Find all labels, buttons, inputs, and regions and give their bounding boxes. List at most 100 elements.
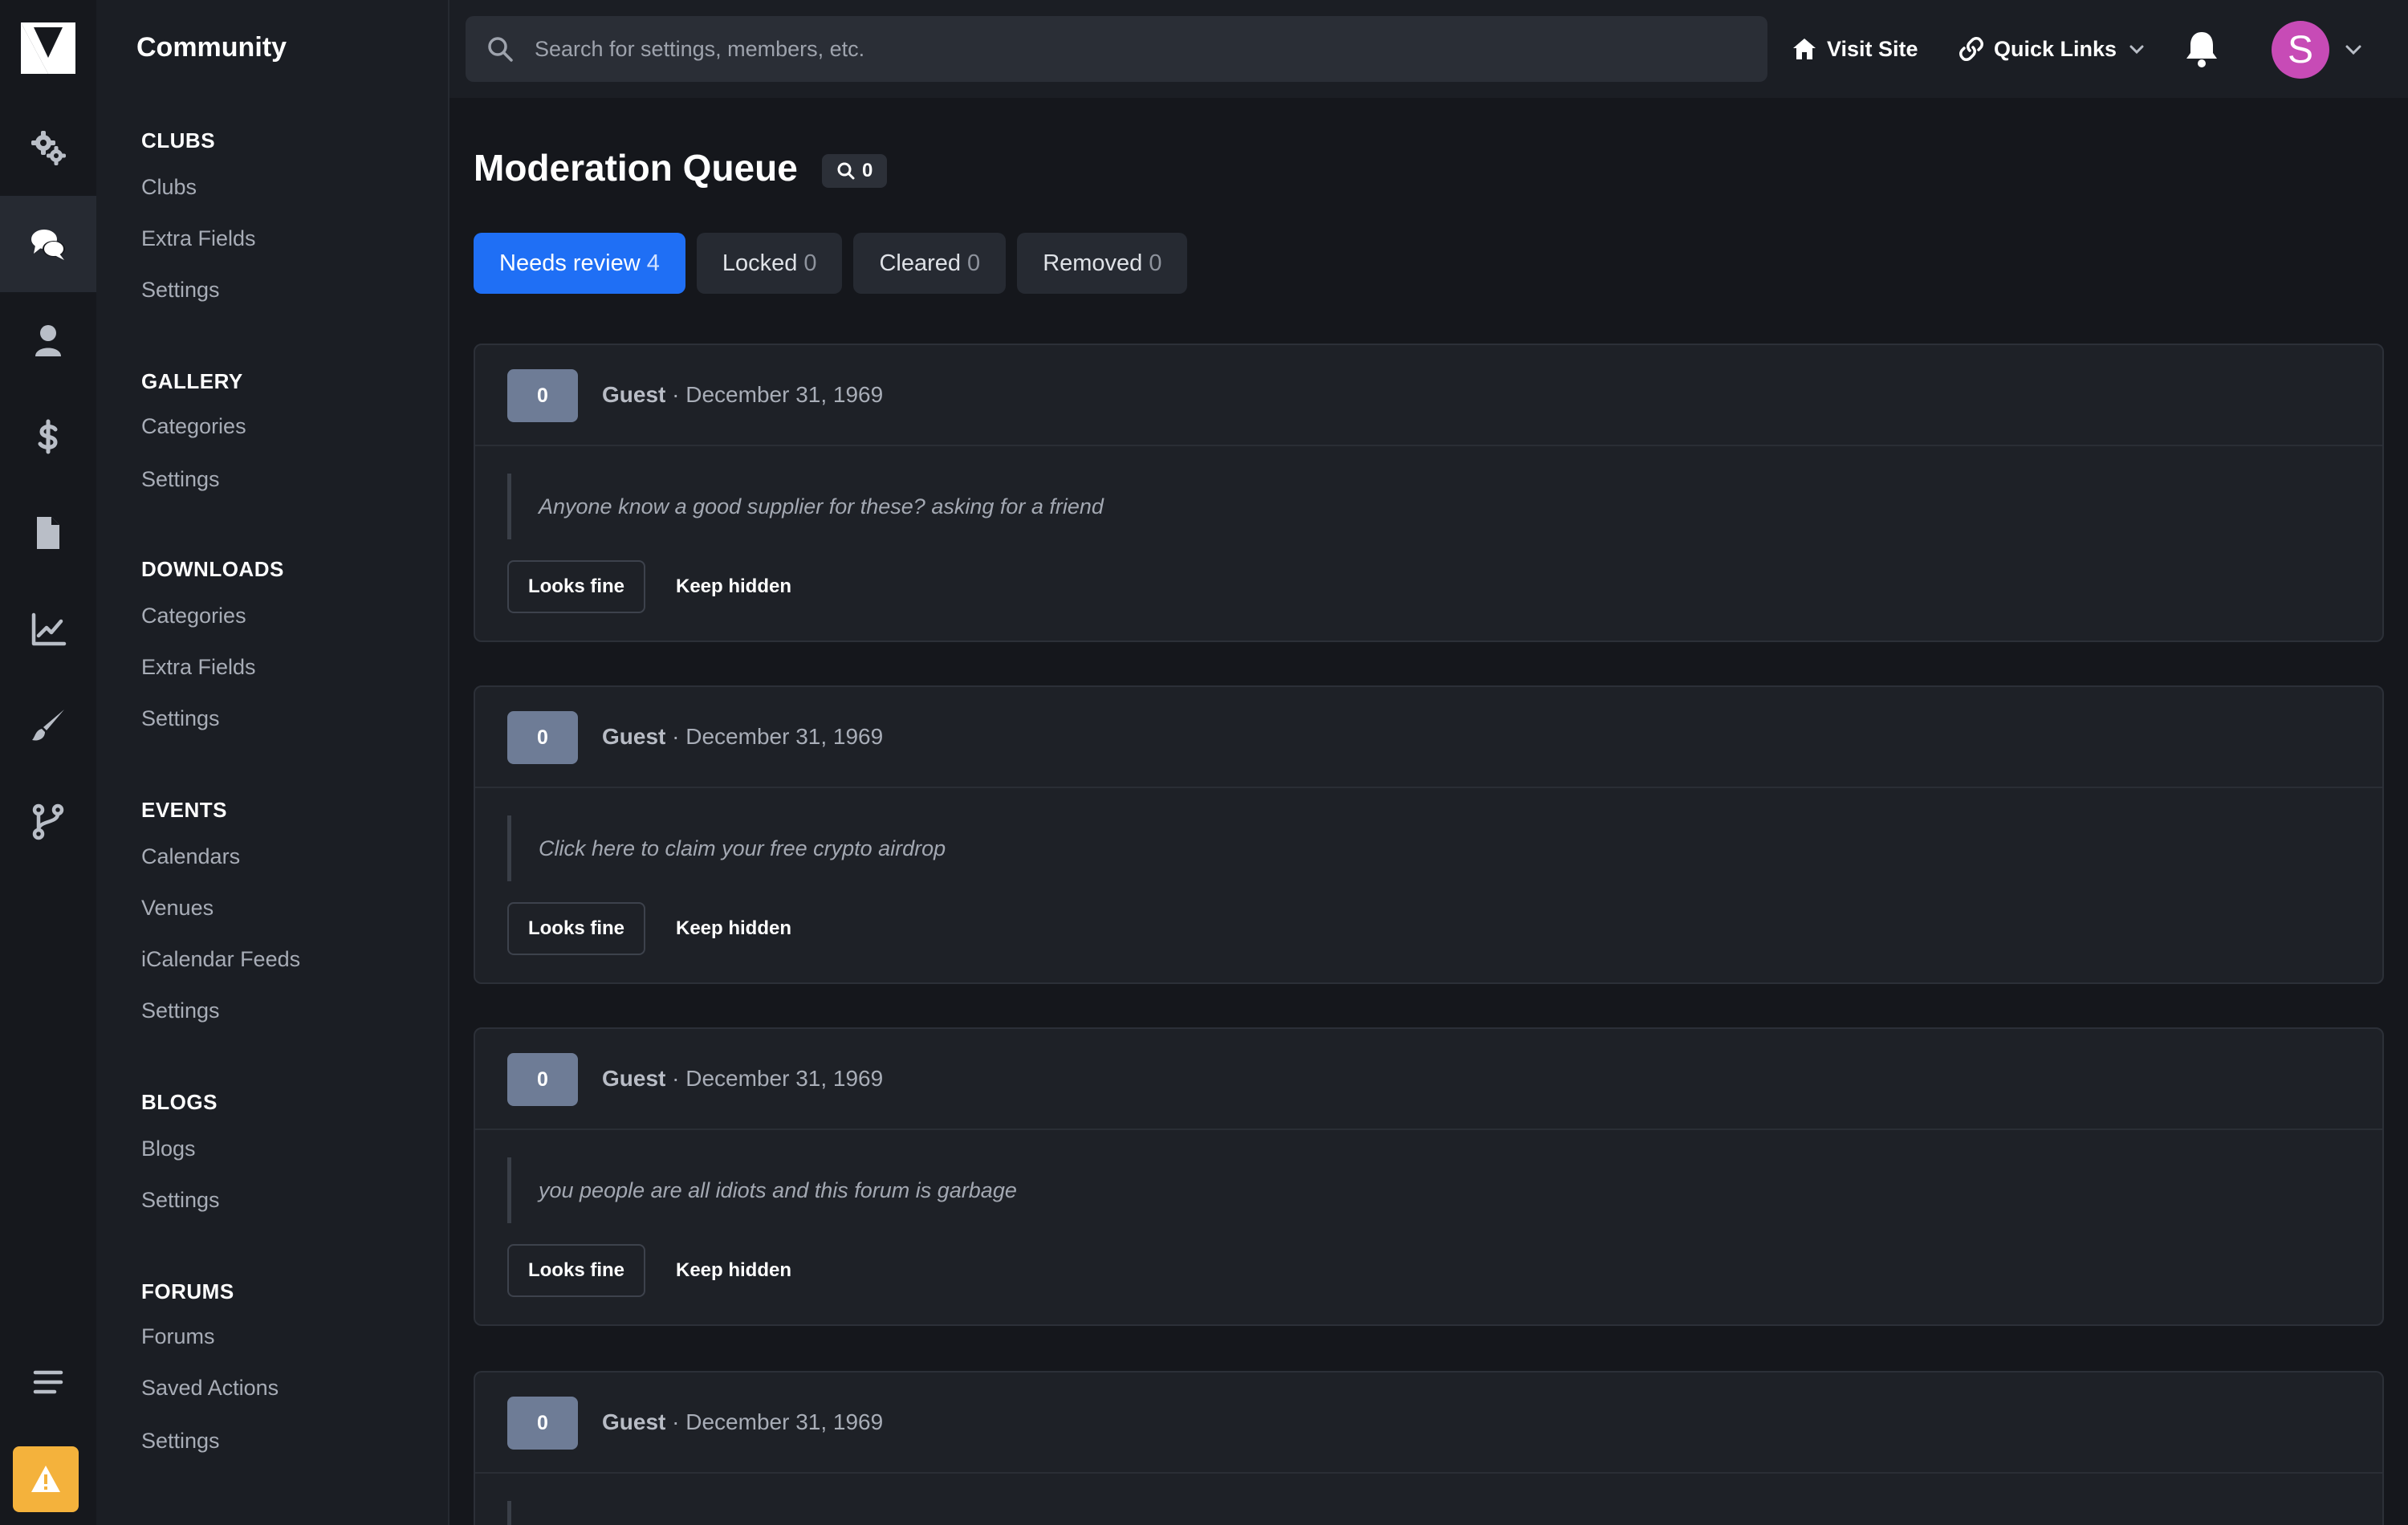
author-name[interactable]: Guest [602,382,665,407]
gears-icon [31,131,66,165]
rail-menu[interactable] [0,1334,96,1430]
author-name[interactable]: Guest [602,1066,665,1091]
rail-settings[interactable] [0,100,96,196]
tab-needs-review[interactable]: Needs review 4 [474,233,685,294]
brush-icon [32,710,64,741]
post-content: you people are all idiots and this forum… [507,1157,1017,1223]
tab-label: Cleared [879,250,962,276]
nav-link-blogs[interactable]: Blogs [141,1137,196,1161]
nav-link-blogs-settings[interactable]: Settings [141,1188,220,1213]
keep-hidden-button[interactable]: Keep hidden [676,1244,791,1297]
post-content: Anyone know a good supplier for these? a… [507,474,1104,539]
post-content: Click here to claim your free crypto air… [507,815,946,881]
tab-count: 4 [646,250,660,276]
rail-stats[interactable] [0,581,96,677]
nav-section-clubs: CLUBS [141,128,216,152]
author-name[interactable]: Guest [602,724,665,749]
nav-section-blogs: BLOGS [141,1090,218,1114]
top-bar: Visit Site Quick Links S [449,0,2408,98]
nav-link-forums-settings[interactable]: Settings [141,1429,220,1454]
score-badge: 0 [507,369,578,422]
meta-separator: · [672,1409,686,1434]
rail-customization[interactable] [0,677,96,774]
nav-link-downloads-categories[interactable]: Categories [141,604,246,628]
tab-locked[interactable]: Locked 0 [696,233,843,294]
avatar[interactable]: S [2272,21,2329,79]
main-content: Moderation Queue 0 Needs review 4 Locked… [449,98,2408,1525]
warning-button[interactable] [13,1446,79,1512]
keep-hidden-button[interactable]: Keep hidden [676,902,791,955]
looks-fine-button[interactable]: Looks fine [507,1244,645,1297]
queue-item-header: 0 Guest · December 31, 1969 [475,687,2382,788]
user-icon [35,325,61,356]
chart-line-icon [31,612,67,646]
link-icon [1959,37,1983,61]
quick-links-label: Quick Links [1994,36,2117,61]
search-input[interactable] [535,16,1739,82]
nav-link-saved-actions[interactable]: Saved Actions [141,1376,279,1401]
queue-item: 0 Guest · December 31, 1969 Click here t… [474,685,2384,984]
quick-links-button[interactable]: Quick Links [1959,29,2146,69]
queue-item-header: 0 Guest · December 31, 1969 [475,1372,2382,1474]
nav-link-gallery-settings[interactable]: Settings [141,467,220,492]
meta-separator: · [672,724,686,749]
keep-hidden-button[interactable]: Keep hidden [676,560,791,613]
home-icon [1793,39,1816,59]
looks-fine-button[interactable]: Looks fine [507,560,645,613]
nav-link-downloads-settings[interactable]: Settings [141,706,220,731]
visit-site-button[interactable]: Visit Site [1792,29,1918,69]
queue-item-meta: Guest · December 31, 1969 [602,724,883,750]
post-date: December 31, 1969 [685,724,884,749]
nav-section-forums: FORUMS [141,1279,234,1303]
side-navigation: Community CLUBS Clubs Extra Fields Setti… [96,0,449,1525]
app-logo[interactable] [21,22,75,74]
nav-link-venues[interactable]: Venues [141,896,214,921]
meta-separator: · [672,1066,686,1091]
tab-label: Removed [1043,250,1143,276]
rail-members[interactable] [0,292,96,388]
tab-count: 0 [1149,250,1162,276]
rail-pages[interactable] [0,485,96,581]
tab-label: Locked [722,250,798,276]
tab-count: 0 [967,250,981,276]
rail-commerce[interactable] [0,388,96,485]
queue-item-meta: Guest · December 31, 1969 [602,1066,883,1092]
tab-cleared[interactable]: Cleared 0 [853,233,1007,294]
looks-fine-button[interactable]: Looks fine [507,902,645,955]
chevron-down-icon [2129,45,2144,55]
nav-section-gallery: GALLERY [141,369,243,393]
branch-icon [32,803,64,840]
nav-link-gallery-categories[interactable]: Categories [141,414,246,439]
page-title: Moderation Queue [474,147,798,189]
queue-item: 0 Guest · December 31, 1969 [474,1371,2384,1525]
bell-icon[interactable] [2183,29,2220,69]
nav-link-clubs-extra-fields[interactable]: Extra Fields [141,226,256,251]
author-name[interactable]: Guest [602,1409,665,1434]
queue-item-header: 0 Guest · December 31, 1969 [475,1029,2382,1130]
tab-removed[interactable]: Removed 0 [1017,233,1188,294]
nav-link-clubs-settings[interactable]: Settings [141,278,220,303]
search-count-value: 0 [862,160,873,181]
nav-link-forums[interactable]: Forums [141,1324,215,1349]
visit-site-label: Visit Site [1827,36,1918,61]
rail-system[interactable] [0,774,96,870]
nav-link-downloads-extra-fields[interactable]: Extra Fields [141,655,256,680]
tab-count: 0 [803,250,817,276]
nav-section-downloads: DOWNLOADS [141,557,284,581]
queue-item-meta: Guest · December 31, 1969 [602,1409,883,1435]
search-count-badge[interactable]: 0 [822,154,888,188]
nav-link-events-settings[interactable]: Settings [141,998,220,1023]
menu-icon [33,1370,63,1394]
nav-link-calendars[interactable]: Calendars [141,844,240,869]
nav-link-icalendar-feeds[interactable]: iCalendar Feeds [141,947,300,972]
post-date: December 31, 1969 [685,382,884,407]
search-box[interactable] [466,16,1767,82]
rail-community[interactable] [0,196,96,292]
meta-separator: · [672,382,686,407]
nav-link-clubs[interactable]: Clubs [141,175,197,200]
nav-section-events: EVENTS [141,798,228,822]
chevron-down-icon[interactable] [2344,40,2363,59]
chat-bubbles-icon [31,230,65,260]
section-heading: Community [136,32,287,63]
score-badge: 0 [507,1397,578,1450]
